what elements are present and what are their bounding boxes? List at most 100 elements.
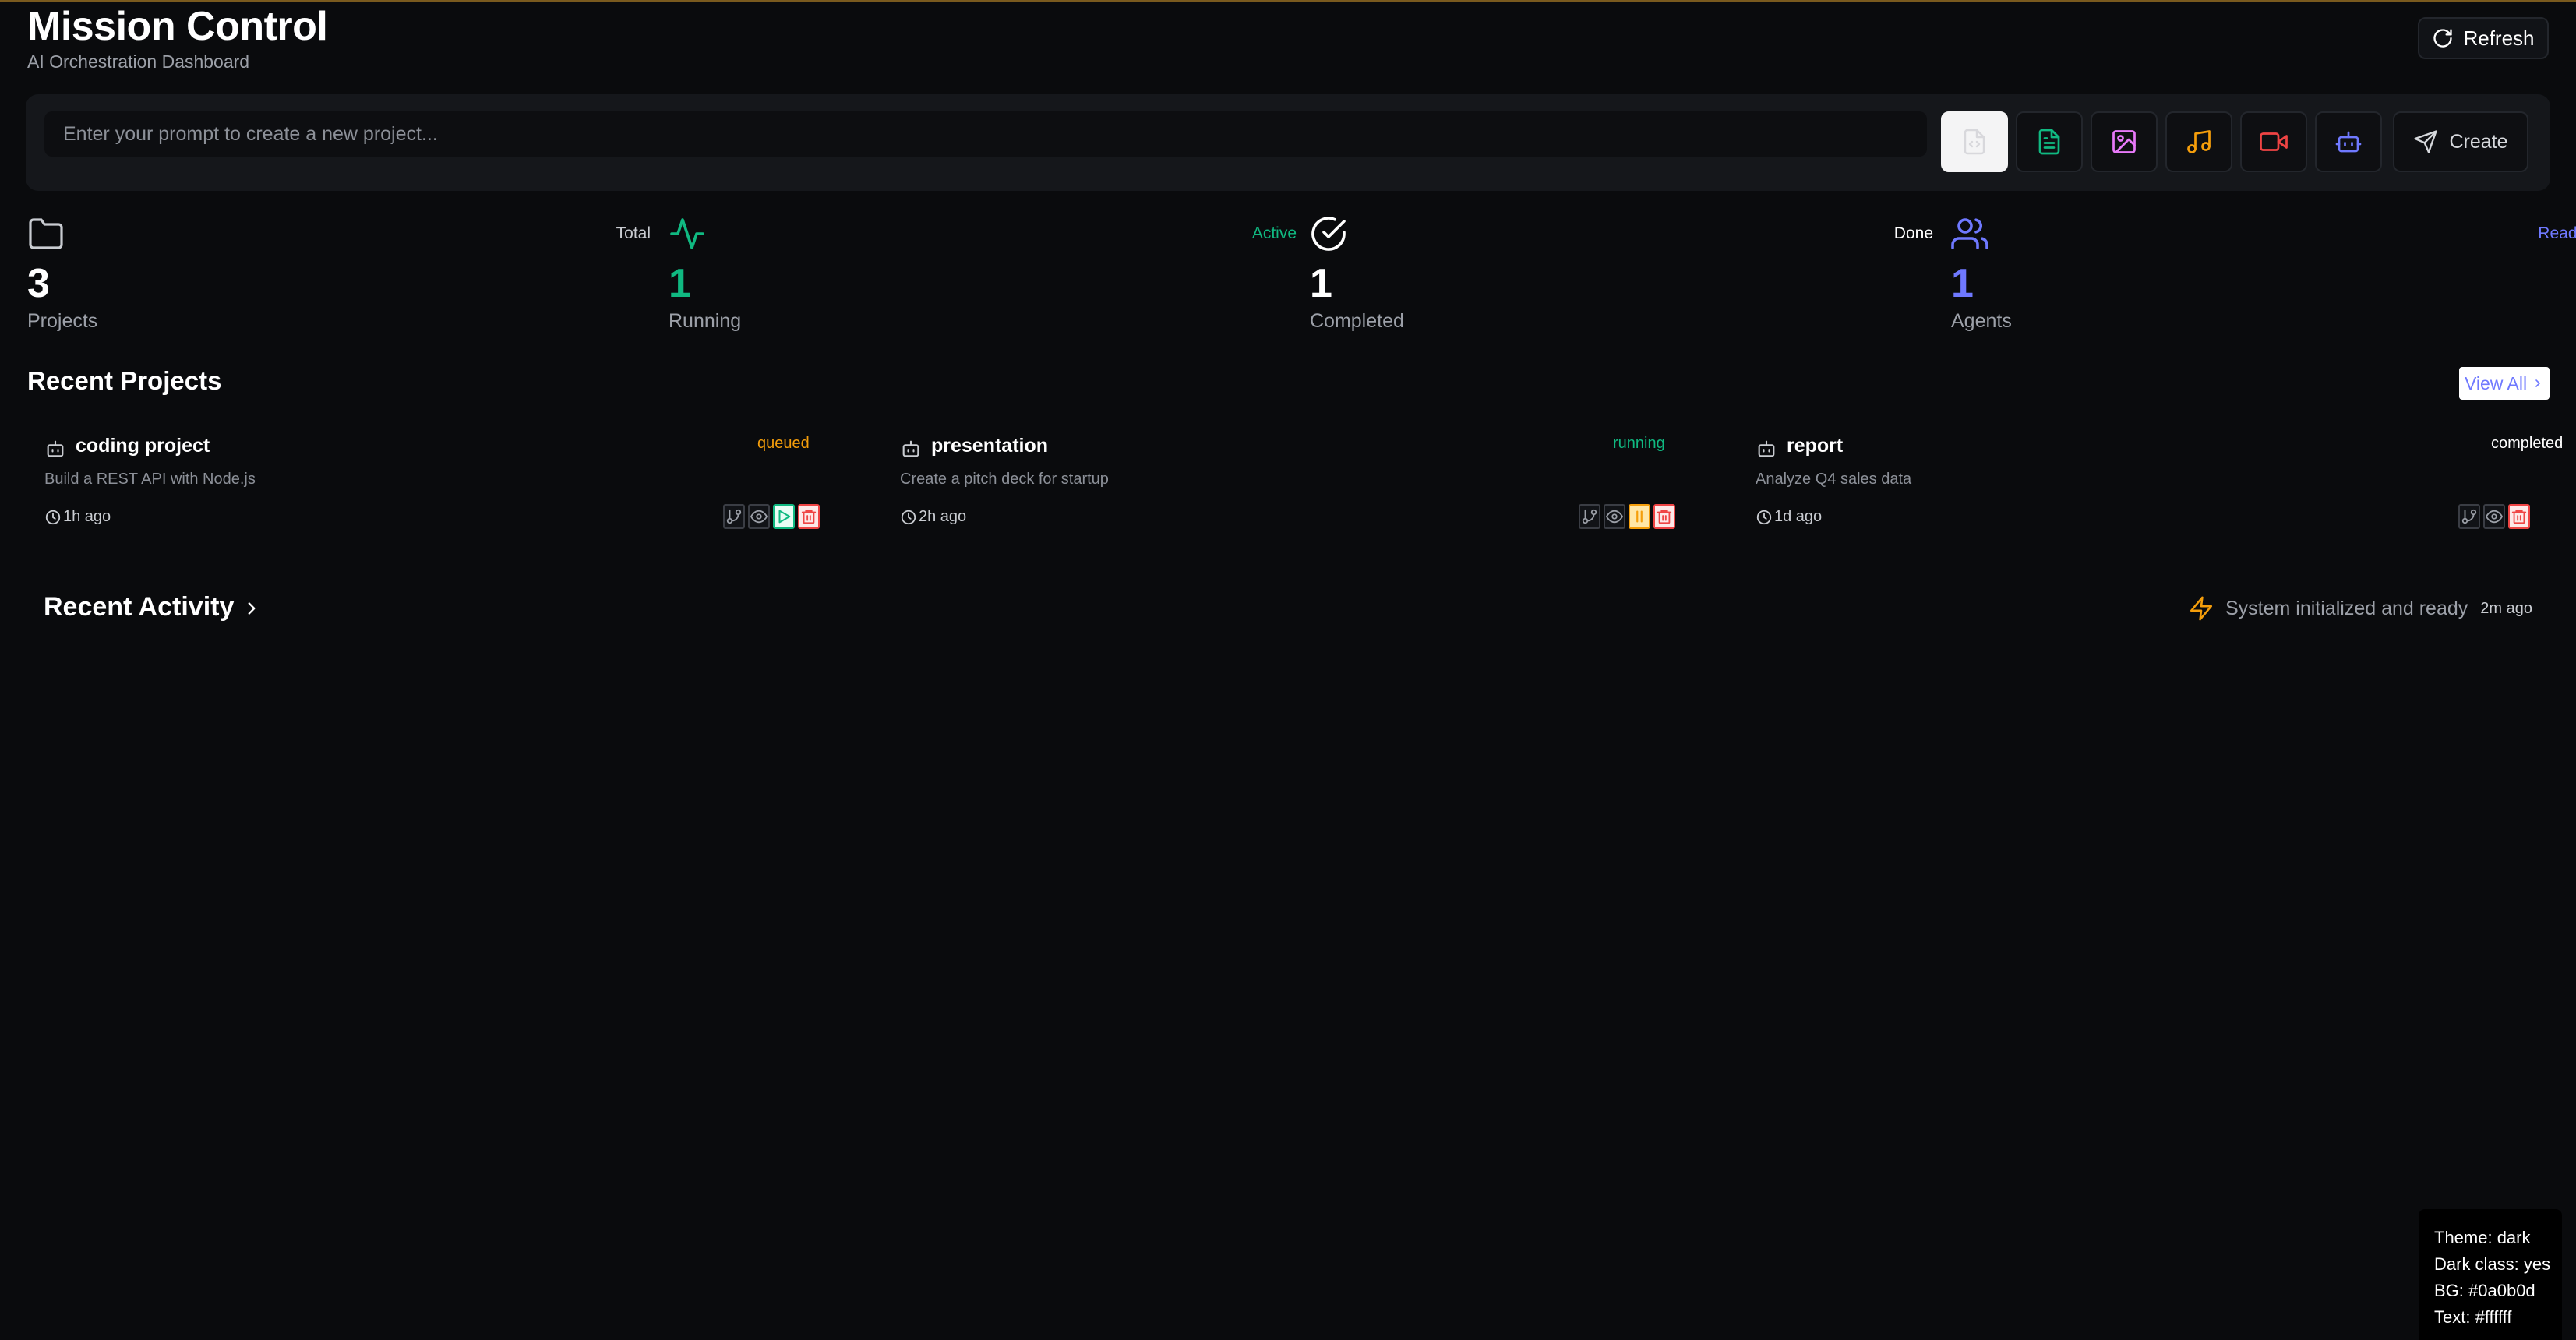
tool-document-button[interactable] <box>1941 111 2008 172</box>
tool-agent-button[interactable] <box>2315 111 2382 172</box>
stat-completed: Done 1 Completed <box>1310 212 1933 344</box>
page-title: Mission Control <box>27 4 328 49</box>
view-button[interactable] <box>1604 504 1625 529</box>
folder-icon <box>29 218 63 249</box>
project-time: 2h ago <box>900 508 966 526</box>
bot-icon <box>2335 131 2362 153</box>
chevron-right-icon <box>2535 379 2540 387</box>
project-time: 1h ago <box>44 508 111 526</box>
project-description: Create a pitch deck for startup <box>900 471 1109 488</box>
stat-value: 1 <box>669 261 691 306</box>
project-time: 1d ago <box>1756 508 1822 526</box>
eye-icon <box>750 510 768 524</box>
project-time-label: 1h ago <box>63 508 111 525</box>
delete-button[interactable] <box>798 504 820 529</box>
project-card-coding[interactable]: coding project queued Build a REST API w… <box>27 428 838 538</box>
project-card-report[interactable]: report completed Analyze Q4 sales data 1… <box>1738 428 2563 538</box>
chevron-right-icon[interactable] <box>242 597 262 620</box>
clock-icon <box>901 510 916 524</box>
stat-value: 1 <box>1951 261 1974 306</box>
refresh-icon <box>2433 29 2453 48</box>
project-description: Analyze Q4 sales data <box>1756 471 1912 488</box>
debug-bg: BG: #0a0b0d <box>2434 1281 2535 1300</box>
debug-text: Text: #ffffff <box>2434 1307 2512 1327</box>
project-actions <box>1579 504 1675 529</box>
delete-button[interactable] <box>1653 504 1675 529</box>
delete-button[interactable] <box>2508 504 2530 529</box>
tool-image-button[interactable] <box>2091 111 2158 172</box>
tool-audio-button[interactable] <box>2165 111 2232 172</box>
stat-value: 1 <box>1310 261 1332 306</box>
prompt-input[interactable] <box>44 111 1927 157</box>
project-time-label: 1d ago <box>1774 508 1823 525</box>
bot-icon <box>1758 440 1775 457</box>
clock-icon <box>45 510 61 524</box>
stat-tag: Total <box>616 224 651 242</box>
recent-activity-title[interactable]: Recent Activity <box>44 592 234 622</box>
tool-video-button[interactable] <box>2240 111 2307 172</box>
music-icon <box>2187 130 2211 153</box>
users-icon <box>1951 218 1988 249</box>
refresh-label: Refresh <box>2463 26 2535 50</box>
prompt-panel: Create <box>26 94 2550 191</box>
project-description: Build a REST API with Node.js <box>44 471 256 488</box>
check-circle-icon <box>1311 217 1346 251</box>
branch-button[interactable] <box>1579 504 1600 529</box>
video-icon <box>2260 132 2288 151</box>
activity-time: 2m ago <box>2480 599 2532 617</box>
project-title: report <box>1787 435 1844 457</box>
create-button[interactable]: Create <box>2393 111 2528 172</box>
stat-agents: Ready 1 Agents <box>1951 212 2576 344</box>
play-icon <box>778 510 791 524</box>
stat-tag: Done <box>1893 224 1933 242</box>
project-actions <box>2458 504 2530 529</box>
stat-label: Projects <box>27 310 98 332</box>
project-title: coding project <box>76 435 210 457</box>
eye-icon <box>1606 510 1623 524</box>
view-button[interactable] <box>748 504 770 529</box>
activity-message: System initialized and ready <box>2225 597 2468 619</box>
send-icon <box>2414 130 2438 153</box>
project-time-label: 2h ago <box>919 508 967 525</box>
image-icon <box>2112 130 2136 153</box>
trash-icon <box>1657 510 1672 524</box>
clock-icon <box>1756 510 1772 524</box>
git-branch-icon <box>2461 509 2477 524</box>
stat-label: Agents <box>1951 310 2012 332</box>
stat-label: Completed <box>1310 310 1404 332</box>
project-title: presentation <box>931 435 1049 457</box>
stat-tag: Ready <box>2538 224 2576 242</box>
stat-label: Running <box>669 310 742 332</box>
branch-button[interactable] <box>2458 504 2480 529</box>
trash-icon <box>801 510 817 524</box>
git-branch-icon <box>1582 509 1597 524</box>
zap-icon <box>2190 596 2213 621</box>
view-all-button[interactable]: View All <box>2459 367 2550 400</box>
activity-item: System initialized and ready 2m ago <box>2188 595 2532 622</box>
branch-button[interactable] <box>723 504 745 529</box>
page-subtitle: AI Orchestration Dashboard <box>27 51 250 72</box>
bot-icon <box>47 440 64 457</box>
debug-dark-class: Dark class: yes <box>2434 1254 2551 1274</box>
bot-icon <box>902 440 919 457</box>
recent-projects-title: Recent Projects <box>27 366 222 395</box>
play-button[interactable] <box>773 504 795 529</box>
pause-button[interactable] <box>1629 504 1650 529</box>
view-button[interactable] <box>2483 504 2505 529</box>
stat-tag: Active <box>1251 224 1297 242</box>
git-branch-icon <box>726 509 742 524</box>
stat-value: 3 <box>27 261 50 306</box>
tool-spreadsheet-button[interactable] <box>2016 111 2083 172</box>
file-icon <box>1964 129 1985 155</box>
dashboard-page: Mission Control AI Orchestration Dashboa… <box>0 0 2576 1340</box>
stat-projects: Total 3 Projects <box>27 212 651 344</box>
theme-debug-panel: Theme: dark Dark class: yes BG: #0a0b0d … <box>2419 1209 2562 1340</box>
create-label: Create <box>2449 130 2508 153</box>
stat-running: Active 1 Running <box>669 212 1297 344</box>
view-all-label: View All <box>2464 372 2528 393</box>
top-accent-line <box>0 0 2576 2</box>
status-badge: completed <box>2491 435 2564 452</box>
refresh-button[interactable]: Refresh <box>2418 17 2549 59</box>
project-card-presentation[interactable]: presentation running Create a pitch deck… <box>883 428 1693 538</box>
pause-icon <box>1636 510 1643 523</box>
